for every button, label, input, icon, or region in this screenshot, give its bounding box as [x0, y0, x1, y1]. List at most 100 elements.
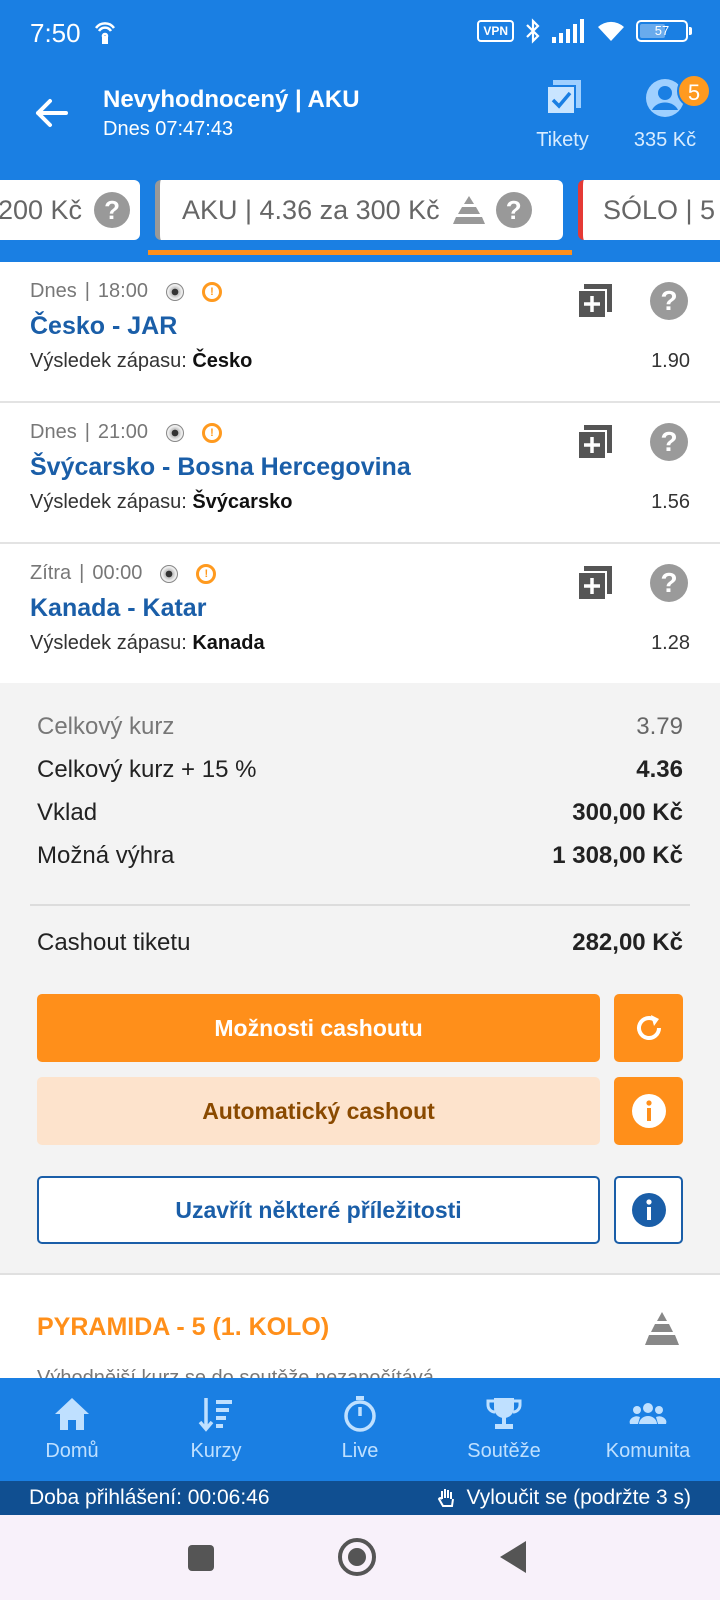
event-row: Dnes | 18:00 ! Česko - JAR Výsledek zápas… — [0, 262, 720, 403]
battery-percent: 57 — [654, 23, 670, 38]
info-icon — [631, 1193, 666, 1227]
info-icon — [631, 1094, 666, 1128]
boosted-odds-value: 4.36 — [636, 756, 683, 783]
auto-cashout-info-button[interactable] — [614, 1077, 683, 1145]
odds-list-icon — [198, 1398, 232, 1432]
event-odd: 1.90 — [651, 350, 690, 372]
cashout-row: Cashout tiketu 282,00 Kč — [37, 929, 683, 957]
tab-previous-ticket[interactable]: 200 Kč ? — [0, 180, 140, 240]
event-odd: 1.56 — [651, 491, 690, 513]
help-icon[interactable]: ? — [650, 282, 688, 320]
event-name[interactable]: Česko - JAR — [30, 312, 177, 341]
event-time: 21:00 — [97, 421, 148, 443]
tickets-button[interactable]: Tikety — [530, 78, 595, 152]
stake-row: Vklad 300,00 Kč — [37, 799, 683, 827]
event-meta: Zítra | 00:00 ! — [30, 562, 217, 585]
balance-label: 335 Kč — [633, 129, 697, 151]
cashout-options-button[interactable]: Možnosti cashoutu — [37, 994, 600, 1062]
help-icon[interactable]: ? — [650, 564, 688, 602]
stake-value: 300,00 Kč — [572, 799, 683, 826]
cashout-value: 282,00 Kč — [572, 929, 683, 956]
football-icon — [160, 564, 179, 583]
selection-value: Česko — [192, 350, 253, 372]
football-icon — [165, 282, 184, 301]
hotspot-icon — [94, 22, 116, 44]
event-odd: 1.28 — [651, 632, 690, 654]
pyramid-icon — [645, 1312, 679, 1345]
back-button[interactable] — [500, 1541, 526, 1573]
event-meta: Dnes | 21:00 ! — [30, 421, 222, 444]
boost-icon: ! — [201, 281, 222, 302]
help-icon[interactable]: ? — [495, 192, 532, 228]
possible-win-label: Možná výhra — [37, 842, 175, 869]
close-opportunities-info-button[interactable] — [614, 1176, 683, 1244]
clock: 7:50 — [30, 18, 81, 48]
nav-label: Soutěže — [467, 1440, 541, 1462]
total-odds-label: Celkový kurz — [37, 713, 175, 740]
tickets-label: Tikety — [536, 129, 589, 151]
bottom-nav: Domů Kurzy Live Soutěže Komunita — [0, 1378, 720, 1481]
event-name[interactable]: Švýcarsko - Bosna Hercegovina — [30, 453, 411, 482]
wifi-icon — [598, 21, 624, 41]
event-selection: Výsledek zápasu: Česko — [30, 350, 253, 372]
ticket-title: Nevyhodnocený | AKU — [103, 86, 360, 113]
tab-next-ticket[interactable]: SÓLO | 5 — [578, 180, 720, 240]
auto-cashout-button[interactable]: Automatický cashout — [37, 1077, 600, 1145]
nav-competitions[interactable]: Soutěže — [432, 1378, 576, 1481]
event-date: Zítra — [30, 562, 72, 584]
event-meta: Dnes | 18:00 ! — [30, 280, 222, 303]
ticket-tabs: 200 Kč ? AKU | 4.36 za 300 Kč ? SÓLO | 5 — [0, 178, 720, 262]
battery-icon: 57 — [636, 20, 692, 42]
event-date: Dnes — [30, 280, 77, 302]
add-to-ticket-icon[interactable] — [578, 425, 612, 459]
account-button[interactable]: 5 335 Kč — [620, 74, 711, 152]
stopwatch-icon — [344, 1396, 376, 1432]
hand-icon — [437, 1489, 454, 1507]
add-to-ticket-icon[interactable] — [578, 284, 612, 318]
nav-label: Kurzy — [190, 1440, 242, 1462]
self-exclude-button[interactable]: Vyloučit se (podržte 3 s) — [437, 1481, 691, 1515]
signal-icon — [552, 19, 584, 43]
ticket-summary: Celkový kurz 3.79 Celkový kurz + 15 % 4.… — [0, 683, 720, 1273]
boost-icon: ! — [196, 563, 217, 584]
help-icon[interactable]: ? — [94, 192, 131, 228]
nav-live[interactable]: Live — [288, 1378, 432, 1481]
boost-icon: ! — [201, 422, 222, 443]
refresh-button[interactable] — [614, 994, 683, 1062]
session-timer: Doba přihlášení: 00:06:46 — [29, 1486, 270, 1509]
selection-value: Kanada — [192, 632, 265, 654]
nav-community[interactable]: Komunita — [576, 1378, 720, 1481]
boosted-odds-row: Celkový kurz + 15 % 4.36 — [37, 756, 683, 784]
total-odds-row: Celkový kurz 3.79 — [37, 713, 683, 741]
nav-home[interactable]: Domů — [0, 1378, 144, 1481]
home-button[interactable] — [338, 1538, 376, 1576]
ticket-datetime: Dnes 07:47:43 — [103, 118, 234, 140]
bluetooth-icon — [526, 18, 540, 44]
possible-win-row: Možná výhra 1 308,00 Kč — [37, 842, 683, 870]
event-row: Zítra | 00:00 ! Kanada - Katar Výsledek z… — [0, 544, 720, 685]
active-tab-indicator — [148, 250, 572, 255]
community-icon — [629, 1403, 667, 1424]
event-selection: Výsledek zápasu: Švýcarsko — [30, 491, 293, 513]
event-name[interactable]: Kanada - Katar — [30, 594, 206, 623]
back-arrow-icon[interactable] — [30, 92, 72, 134]
session-bar: Doba přihlášení: 00:06:46 Vyloučit se (p… — [0, 1481, 720, 1515]
event-row: Dnes | 21:00 ! Švýcarsko - Bosna Hercegov… — [0, 403, 720, 544]
add-to-ticket-icon[interactable] — [578, 566, 612, 600]
nav-odds[interactable]: Kurzy — [144, 1378, 288, 1481]
ticket-check-icon — [545, 80, 581, 115]
tab-label: AKU | 4.36 za 300 Kč — [182, 194, 440, 225]
tab-current-ticket[interactable]: AKU | 4.36 za 300 Kč ? — [155, 180, 563, 240]
help-icon[interactable]: ? — [650, 423, 688, 461]
nav-label: Live — [341, 1440, 379, 1462]
football-icon — [165, 423, 184, 442]
home-icon — [55, 1398, 89, 1430]
vpn-indicator: VPN — [477, 20, 514, 42]
close-opportunities-button[interactable]: Uzavřít některé příležitosti — [37, 1176, 600, 1244]
self-exclude-label: Vyloučit se (podržte 3 s) — [466, 1486, 691, 1509]
recent-apps-button[interactable] — [188, 1545, 214, 1571]
event-list: Dnes | 18:00 ! Česko - JAR Výsledek zápas… — [0, 262, 720, 685]
pyramid-note: Výhodnější kurz se do soutěže nezapočítá… — [37, 1367, 434, 1378]
event-time: 18:00 — [97, 280, 148, 302]
pyramid-title: PYRAMIDA - 5 (1. KOLO) — [37, 1313, 330, 1341]
